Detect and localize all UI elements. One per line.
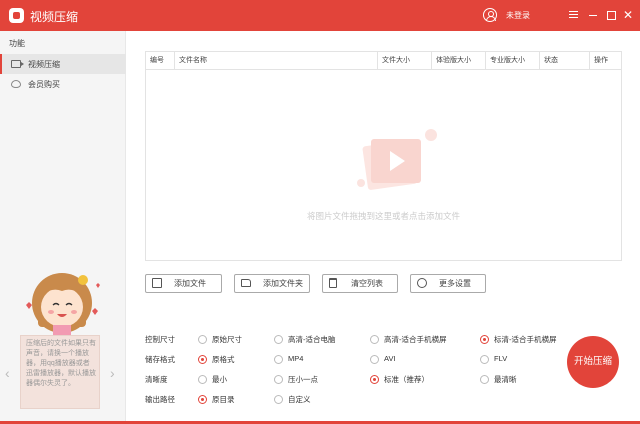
clarity-option-text[interactable]: 压小一点 xyxy=(288,374,318,385)
add-folder-label: 添加文件夹 xyxy=(263,279,303,288)
format-option-text[interactable]: 原格式 xyxy=(212,354,235,365)
add-file-button[interactable]: 添加文件 xyxy=(145,274,222,293)
output-radio-custom[interactable] xyxy=(274,395,283,404)
sidebar-header: 功能 xyxy=(9,39,25,48)
trash-icon xyxy=(329,278,337,288)
close-icon[interactable]: ✕ xyxy=(621,7,635,23)
clarity-radio-clearest[interactable] xyxy=(480,375,489,384)
format-radio-mp4[interactable] xyxy=(274,355,283,364)
gear-icon xyxy=(417,278,427,288)
format-radio-avi[interactable] xyxy=(370,355,379,364)
clarity-option-row: 清晰度 最小 压小一点 标准（推荐） 最清晰 xyxy=(145,374,565,388)
size-option-row: 控制尺寸 原始尺寸 高清-适合电脑 高清-适合手机横屏 标清-适合手机横屏 xyxy=(145,334,565,348)
minimize-icon[interactable] xyxy=(586,7,600,23)
add-file-icon xyxy=(152,278,162,288)
drop-hint-text: 将图片文件拖拽到这里或者点击添加文件 xyxy=(306,211,460,221)
clarity-radio-smaller[interactable] xyxy=(274,375,283,384)
clear-list-button[interactable]: 清空列表 xyxy=(322,274,398,293)
column-header: 体验版大小 xyxy=(431,52,485,70)
column-header: 专业版大小 xyxy=(485,52,539,70)
maximize-icon[interactable] xyxy=(604,7,618,23)
format-option-row: 储存格式 原格式 MP4 AVI FLV xyxy=(145,354,565,368)
more-settings-label: 更多设置 xyxy=(439,279,471,288)
output-label: 输出路径 xyxy=(145,395,175,404)
clarity-option-text[interactable]: 最小 xyxy=(212,374,227,385)
output-radio-original-dir[interactable] xyxy=(198,395,207,404)
format-radio-original[interactable] xyxy=(198,355,207,364)
column-header: 编号 xyxy=(150,57,164,64)
column-header: 文件大小 xyxy=(377,52,431,70)
file-table-header: 编号 文件名称 文件大小 体验版大小 专业版大小 状态 操作 xyxy=(146,52,621,70)
size-radio-hd-mobile[interactable] xyxy=(370,335,379,344)
menu-icon[interactable] xyxy=(566,7,580,23)
start-compress-button[interactable]: 开始压缩 xyxy=(567,336,619,388)
cartoon-girl-illustration xyxy=(26,273,100,337)
output-option-text[interactable]: 原目录 xyxy=(212,394,235,405)
title-bar: 视频压缩 未登录 ✕ xyxy=(0,0,640,31)
clarity-label: 清晰度 xyxy=(145,375,168,384)
sidebar-item-vip[interactable]: 会员购买 xyxy=(0,74,126,94)
promo-message: 压缩后的文件如果只有声音，请换一个播放器，用qq播放器或者迅雷播放器，默认播放器… xyxy=(20,335,100,409)
column-header: 操作 xyxy=(589,52,621,70)
video-icon xyxy=(11,60,24,68)
sidebar-item-label: 会员购买 xyxy=(28,80,60,89)
folder-icon xyxy=(241,279,251,287)
output-option-text[interactable]: 自定义 xyxy=(288,394,311,405)
clarity-option-text[interactable]: 标准（推荐） xyxy=(384,374,429,385)
size-option-text[interactable]: 原始尺寸 xyxy=(212,334,242,345)
size-option-text[interactable]: 高清-适合手机横屏 xyxy=(384,334,447,345)
user-icon[interactable] xyxy=(483,8,497,22)
sidebar-item-label: 视频压缩 xyxy=(28,60,60,69)
size-option-text[interactable]: 标清-适合手机横屏 xyxy=(494,334,557,345)
clear-list-label: 清空列表 xyxy=(351,279,383,288)
size-radio-sd-mobile[interactable] xyxy=(480,335,489,344)
format-label: 储存格式 xyxy=(145,355,175,364)
video-placeholder-icon xyxy=(357,129,437,190)
format-option-text[interactable]: FLV xyxy=(494,354,507,363)
promo-prev-arrow[interactable]: ‹ xyxy=(5,365,10,381)
add-folder-button[interactable]: 添加文件夹 xyxy=(234,274,310,293)
app-logo-icon xyxy=(9,8,24,23)
column-header: 状态 xyxy=(539,52,589,70)
format-option-text[interactable]: AVI xyxy=(384,354,396,363)
promo-next-arrow[interactable]: › xyxy=(110,365,115,381)
clarity-option-text[interactable]: 最清晰 xyxy=(494,374,517,385)
size-radio-original[interactable] xyxy=(198,335,207,344)
add-file-label: 添加文件 xyxy=(174,279,206,288)
column-header: 文件名称 xyxy=(174,52,377,70)
output-option-row: 输出路径 原目录 自定义 xyxy=(145,394,565,408)
login-status[interactable]: 未登录 xyxy=(506,10,530,21)
file-list-area[interactable]: 编号 文件名称 文件大小 体验版大小 专业版大小 状态 操作 将图片文件拖拽到这… xyxy=(145,51,622,261)
sidebar-item-video-compress[interactable]: 视频压缩 xyxy=(0,54,126,74)
size-option-text[interactable]: 高清-适合电脑 xyxy=(288,334,336,345)
clarity-radio-smallest[interactable] xyxy=(198,375,207,384)
app-title: 视频压缩 xyxy=(30,10,79,24)
more-settings-button[interactable]: 更多设置 xyxy=(410,274,486,293)
format-option-text[interactable]: MP4 xyxy=(288,354,303,363)
size-radio-hd-pc[interactable] xyxy=(274,335,283,344)
vip-icon xyxy=(11,80,21,88)
clarity-radio-standard[interactable] xyxy=(370,375,379,384)
promo-panel: 压缩后的文件如果只有声音，请换一个播放器，用qq播放器或者迅雷播放器，默认播放器… xyxy=(0,265,126,421)
size-label: 控制尺寸 xyxy=(145,335,175,344)
format-radio-flv[interactable] xyxy=(480,355,489,364)
